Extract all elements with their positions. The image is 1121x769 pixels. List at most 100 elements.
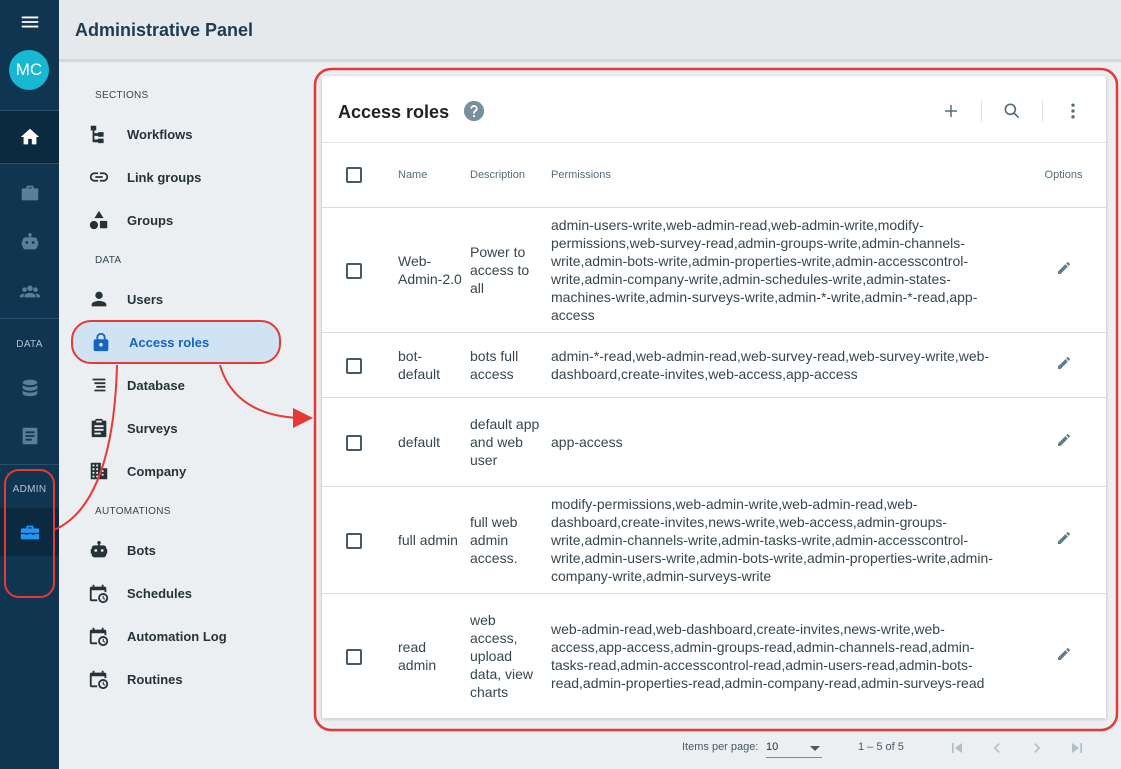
- nav-item-bots[interactable]: Bots: [71, 530, 279, 570]
- nav-item-database[interactable]: Database: [71, 365, 279, 405]
- role-permissions: admin-users-write,web-admin-read,web-adm…: [551, 207, 1021, 333]
- first-page-icon: [952, 743, 962, 753]
- nav-section-automations: AUTOMATIONS: [95, 506, 171, 517]
- nav-item-users[interactable]: Users: [71, 279, 279, 319]
- row-checkbox[interactable]: [346, 262, 362, 279]
- role-permissions: admin-*-read,web-admin-read,web-survey-r…: [551, 332, 1021, 398]
- edit-icon[interactable]: [1056, 355, 1072, 371]
- add-button[interactable]: [939, 99, 963, 123]
- items-per-page-select[interactable]: 10: [766, 738, 822, 758]
- rail-data-label: DATA: [16, 339, 43, 350]
- previous-page-button[interactable]: [986, 737, 1008, 759]
- table-row: read admin web access, upload data, view…: [322, 593, 1106, 719]
- nav-item-link-groups[interactable]: Link groups: [71, 157, 279, 197]
- help-icon[interactable]: [463, 100, 485, 122]
- document-icon: [22, 427, 37, 444]
- dropdown-arrow-icon: [810, 746, 820, 751]
- calendar-clock-icon: [89, 670, 109, 690]
- home-icon: [20, 128, 39, 145]
- role-name: read admin: [398, 593, 470, 719]
- role-name: Web-Admin-2.0: [398, 207, 470, 333]
- items-per-page-value: 10: [766, 741, 779, 753]
- calendar-clock-icon: [89, 584, 109, 604]
- rail-document-button[interactable]: [0, 414, 59, 457]
- chevron-right-icon: [1034, 743, 1041, 753]
- edit-icon[interactable]: [1056, 432, 1072, 448]
- roles-table: Name Description Permissions Options Web…: [322, 143, 1106, 719]
- rail-admin-button[interactable]: [0, 508, 59, 556]
- last-page-icon: [1072, 743, 1082, 753]
- role-permissions: app-access: [551, 397, 1021, 487]
- section-nav: SECTIONS Workflows Link groups Groups DA…: [59, 65, 309, 769]
- nav-item-access-roles[interactable]: Access roles: [71, 320, 281, 364]
- column-header-description[interactable]: Description: [470, 143, 551, 208]
- select-all-checkbox[interactable]: [346, 166, 362, 183]
- edit-icon[interactable]: [1056, 260, 1072, 276]
- role-name: full admin: [398, 486, 470, 594]
- nav-section-data: DATA: [95, 255, 122, 266]
- nav-item-label: Access roles: [129, 334, 210, 350]
- nav-item-schedules[interactable]: Schedules: [71, 573, 279, 613]
- nav-item-groups[interactable]: Groups: [71, 200, 279, 240]
- role-description: bots full access: [470, 332, 551, 398]
- rail-database-button[interactable]: [0, 366, 59, 409]
- nav-item-surveys[interactable]: Surveys: [71, 408, 279, 448]
- sitemap-icon: [90, 125, 104, 144]
- role-permissions: modify-permissions,web-admin-write,web-a…: [551, 486, 1021, 594]
- lock-icon: [93, 332, 109, 352]
- briefcase-icon: [21, 185, 38, 200]
- nav-item-label: Company: [127, 463, 187, 479]
- more-options-button[interactable]: [1061, 99, 1085, 123]
- menu-button[interactable]: [0, 0, 59, 43]
- clipboard-icon: [91, 418, 107, 438]
- nav-item-label: Bots: [127, 542, 156, 558]
- chevron-left-icon: [993, 743, 1000, 753]
- app-rail: MC DATA ADMIN: [0, 0, 59, 769]
- access-roles-card: Access roles Name Description Permission…: [322, 76, 1106, 719]
- row-checkbox[interactable]: [346, 434, 362, 451]
- page-title: Administrative Panel: [75, 20, 254, 40]
- nav-item-label: Users: [127, 291, 164, 307]
- edit-icon[interactable]: [1056, 530, 1072, 546]
- role-description: Power to access to all: [470, 207, 551, 333]
- row-checkbox[interactable]: [346, 648, 362, 665]
- nav-item-label: Routines: [127, 671, 183, 687]
- paginator: Items per page: 10 1 – 5 of 5: [322, 732, 1106, 769]
- next-page-button[interactable]: [1026, 737, 1048, 759]
- column-header-name[interactable]: Name: [398, 143, 470, 208]
- nav-item-automation-log[interactable]: Automation Log: [71, 616, 279, 656]
- nav-item-company[interactable]: Company: [71, 451, 279, 491]
- column-header-options: Options: [1021, 143, 1106, 208]
- table-row: full admin full web admin access. modify…: [322, 486, 1106, 594]
- rail-briefcase-button[interactable]: [0, 171, 59, 214]
- edit-icon[interactable]: [1056, 646, 1072, 662]
- nav-item-routines[interactable]: Routines: [71, 659, 279, 699]
- range-label: 1 – 5 of 5: [858, 741, 904, 753]
- role-name: default: [398, 397, 470, 487]
- row-checkbox[interactable]: [346, 532, 362, 549]
- role-permissions: web-admin-read,web-dashboard,create-invi…: [551, 593, 1021, 719]
- role-description: full web admin access.: [470, 486, 551, 594]
- building-icon: [90, 462, 108, 480]
- search-button[interactable]: [1000, 99, 1024, 123]
- rail-people-button[interactable]: [0, 269, 59, 312]
- search-icon: [1004, 103, 1020, 119]
- first-page-button[interactable]: [946, 737, 968, 759]
- database-icon: [22, 379, 37, 396]
- more-vertical-icon: [1071, 103, 1075, 119]
- role-description: web access, upload data, view charts: [470, 593, 551, 719]
- plus-icon: [945, 105, 957, 117]
- rail-home-button[interactable]: [0, 111, 59, 163]
- shapes-icon: [89, 210, 108, 230]
- toolbox-icon: [20, 525, 39, 540]
- nav-item-label: Workflows: [127, 126, 193, 142]
- robot-icon: [21, 232, 38, 249]
- column-header-permissions[interactable]: Permissions: [551, 143, 1021, 208]
- rail-bots-button[interactable]: [0, 220, 59, 263]
- table-row: Web-Admin-2.0 Power to access to all adm…: [322, 207, 1106, 333]
- nav-item-label: Schedules: [127, 585, 193, 601]
- last-page-button[interactable]: [1066, 737, 1088, 759]
- avatar[interactable]: MC: [9, 50, 49, 90]
- nav-item-workflows[interactable]: Workflows: [71, 114, 279, 154]
- row-checkbox[interactable]: [346, 357, 362, 374]
